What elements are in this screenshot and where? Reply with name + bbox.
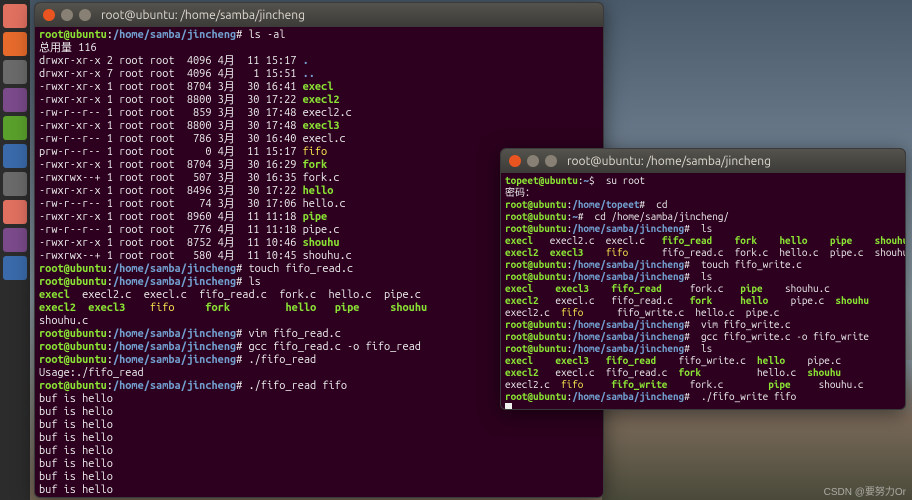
dock-files-icon[interactable] — [3, 4, 27, 28]
titlebar[interactable]: root@ubuntu: /home/samba/jincheng — [35, 3, 603, 27]
launcher-dock[interactable] — [0, 0, 30, 500]
minimize-icon[interactable] — [527, 155, 539, 167]
close-icon[interactable] — [43, 9, 55, 21]
minimize-icon[interactable] — [61, 9, 73, 21]
window-title: root@ubuntu: /home/samba/jincheng — [101, 9, 305, 22]
terminal-window-right[interactable]: root@ubuntu: /home/samba/jincheng topeet… — [500, 148, 906, 410]
cursor-icon — [505, 403, 512, 410]
dock-firefox-icon[interactable] — [3, 32, 27, 56]
dock-app-icon[interactable] — [3, 144, 27, 168]
close-icon[interactable] — [509, 155, 521, 167]
watermark: CSDN @要努力Or — [824, 483, 906, 498]
maximize-icon[interactable] — [545, 155, 557, 167]
dock-app-icon[interactable] — [3, 116, 27, 140]
window-title: root@ubuntu: /home/samba/jincheng — [567, 155, 771, 168]
dock-app-icon[interactable] — [3, 172, 27, 196]
terminal-content[interactable]: topeet@ubuntu:~$ su root密码：root@ubuntu:/… — [501, 173, 905, 410]
dock-terminal-icon[interactable] — [3, 88, 27, 112]
titlebar[interactable]: root@ubuntu: /home/samba/jincheng — [501, 149, 905, 173]
dock-settings-icon[interactable] — [3, 60, 27, 84]
dock-app-icon[interactable] — [3, 200, 27, 224]
maximize-icon[interactable] — [79, 9, 91, 21]
dock-app-icon[interactable] — [3, 228, 27, 252]
dock-app-icon[interactable] — [3, 256, 27, 280]
